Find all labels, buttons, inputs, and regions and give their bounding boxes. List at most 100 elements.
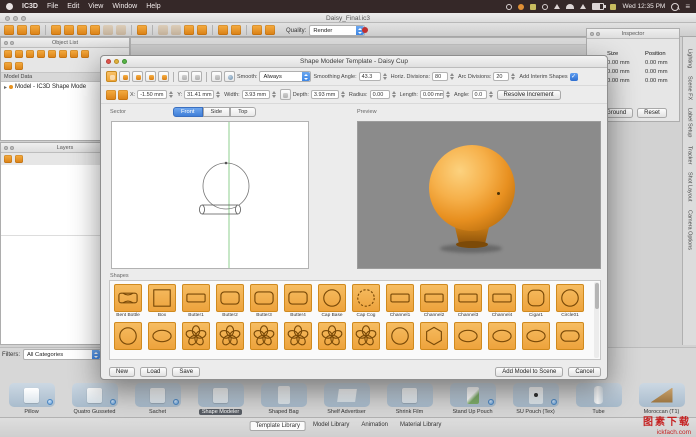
stepper[interactable]	[272, 90, 278, 100]
field-x[interactable]: -1.50 mm	[137, 90, 167, 99]
menu-clock[interactable]: Wed 12:35 PM	[622, 3, 665, 10]
camera-icon[interactable]	[231, 25, 241, 35]
template-shape-modeler[interactable]: Shape Modeler	[189, 383, 252, 417]
minimize-button[interactable]	[114, 59, 119, 64]
field-smoothing-angle[interactable]: 43.3	[359, 72, 381, 81]
draw-icon[interactable]	[103, 25, 113, 35]
shape-ellipse[interactable]	[147, 322, 177, 357]
disclosure-triangle-icon[interactable]: ▸	[4, 84, 7, 91]
add-layer-icon[interactable]	[4, 155, 12, 163]
duplicate-icon[interactable]	[48, 50, 56, 58]
panel-close-button[interactable]	[590, 32, 594, 36]
side-tab-label-setup[interactable]: Label Setup	[687, 108, 693, 137]
lock-icon[interactable]	[70, 50, 78, 58]
scrollbar-thumb[interactable]	[595, 283, 599, 309]
sync-icon[interactable]	[506, 4, 512, 10]
shape-flower[interactable]	[249, 322, 279, 357]
menu-item-view[interactable]: View	[88, 3, 103, 10]
panel-collapse-button[interactable]	[596, 32, 600, 36]
menu-item-help[interactable]: Help	[146, 3, 160, 10]
step-down-icon[interactable]	[272, 95, 276, 98]
delete-layer-icon[interactable]	[15, 155, 23, 163]
bluetooth-icon[interactable]	[554, 4, 560, 9]
template-shaped-bag[interactable]: Shaped Bag	[252, 383, 315, 417]
shape-ellipse[interactable]	[521, 322, 551, 357]
shape-butter1[interactable]: Butter1	[181, 284, 211, 319]
field-angle[interactable]: 0.0	[472, 90, 487, 99]
template-moroccan-t1[interactable]: Moroccan (T1)	[630, 383, 693, 417]
shape-butter3[interactable]: Butter3	[249, 284, 279, 319]
pen-icon[interactable]	[211, 71, 222, 82]
stepper[interactable]	[341, 90, 347, 100]
pan-icon[interactable]	[132, 71, 143, 82]
step-down-icon[interactable]	[169, 95, 173, 98]
step-down-icon[interactable]	[450, 77, 454, 80]
zoom-button[interactable]	[122, 59, 127, 64]
shape-butter2[interactable]: Butter2	[215, 284, 245, 319]
template-shrink-film[interactable]: Shrink Film	[378, 383, 441, 417]
merge-icon[interactable]	[171, 25, 181, 35]
template-pillow[interactable]: Pillow	[0, 383, 63, 417]
step-up-icon[interactable]	[216, 91, 220, 94]
notification-center-icon[interactable]: ≡	[685, 3, 690, 10]
step-up-icon[interactable]	[446, 91, 450, 94]
template-su-pouch-tex[interactable]: SU Pouch (Tex)	[504, 383, 567, 417]
template-sachet[interactable]: Sachet	[126, 383, 189, 417]
stepper[interactable]	[489, 90, 495, 100]
panel-close-button[interactable]	[4, 41, 8, 45]
mirror-icon[interactable]	[178, 71, 189, 82]
visibility-icon[interactable]	[59, 50, 67, 58]
select-icon[interactable]	[51, 25, 61, 35]
group-icon[interactable]	[26, 50, 34, 58]
shape-hexagon[interactable]	[419, 322, 449, 357]
shape-flower[interactable]	[181, 322, 211, 357]
rotate-icon[interactable]	[77, 25, 87, 35]
material-icon[interactable]	[218, 25, 228, 35]
shape-pillow[interactable]	[555, 322, 585, 357]
step-up-icon[interactable]	[341, 91, 345, 94]
step-down-icon[interactable]	[511, 77, 515, 80]
checkbox-add-interim-shapes[interactable]: ✓	[570, 73, 578, 81]
activity-icon[interactable]	[518, 4, 524, 10]
step-down-icon[interactable]	[489, 95, 493, 98]
select-arrow-icon[interactable]	[302, 72, 310, 81]
step-up-icon[interactable]	[511, 73, 515, 76]
menu-item-file[interactable]: File	[47, 3, 58, 10]
menu-item-ic3d[interactable]: IC3D	[22, 3, 38, 10]
shape-box[interactable]: Box	[147, 284, 177, 319]
button-save[interactable]: Save	[172, 367, 200, 377]
template-stand-up-pouch[interactable]: Stand Up Pouch	[441, 383, 504, 417]
filters-select[interactable]: All Categories	[23, 349, 101, 360]
view-tab-side[interactable]: Side	[203, 107, 231, 117]
panel-collapse-button[interactable]	[10, 146, 14, 150]
grab-icon[interactable]	[197, 25, 207, 35]
finder-icon[interactable]	[530, 4, 536, 10]
shape-flower[interactable]	[215, 322, 245, 357]
panel-close-button[interactable]	[4, 146, 8, 150]
step-down-icon[interactable]	[216, 95, 220, 98]
side-tab-camera-options[interactable]: Camera Options	[687, 210, 693, 250]
shape-circle[interactable]	[113, 322, 143, 357]
volume-icon[interactable]	[580, 4, 586, 9]
step-up-icon[interactable]	[392, 91, 396, 94]
link-icon[interactable]	[158, 25, 168, 35]
shape-circle[interactable]	[385, 322, 415, 357]
remove-object-icon[interactable]	[15, 50, 23, 58]
tab-material-library[interactable]: Material Library	[395, 421, 446, 431]
display-icon[interactable]	[610, 4, 616, 10]
shape-bent-bottle[interactable]: Bent Bottle	[113, 284, 143, 319]
add-node-icon[interactable]	[145, 71, 156, 82]
field-horiz-divisions[interactable]: 80	[432, 72, 448, 81]
lathe-icon[interactable]	[158, 71, 169, 82]
field-arc-divisions[interactable]: 20	[493, 72, 509, 81]
field-depth[interactable]: 3.93 mm	[311, 90, 339, 99]
field-width[interactable]: 3.93 mm	[242, 90, 270, 99]
panel-collapse-button[interactable]	[10, 41, 14, 45]
template-tube[interactable]: Tube	[567, 383, 630, 417]
button-cancel[interactable]: Cancel	[568, 367, 601, 377]
shape-cap-base[interactable]: Cap Base	[317, 284, 347, 319]
shape-channel2[interactable]: Channel2	[419, 284, 449, 319]
wifi-icon[interactable]	[566, 4, 574, 9]
button-resolve-increment[interactable]: Resolve Increment	[497, 90, 561, 100]
move-point-icon[interactable]	[118, 90, 128, 100]
